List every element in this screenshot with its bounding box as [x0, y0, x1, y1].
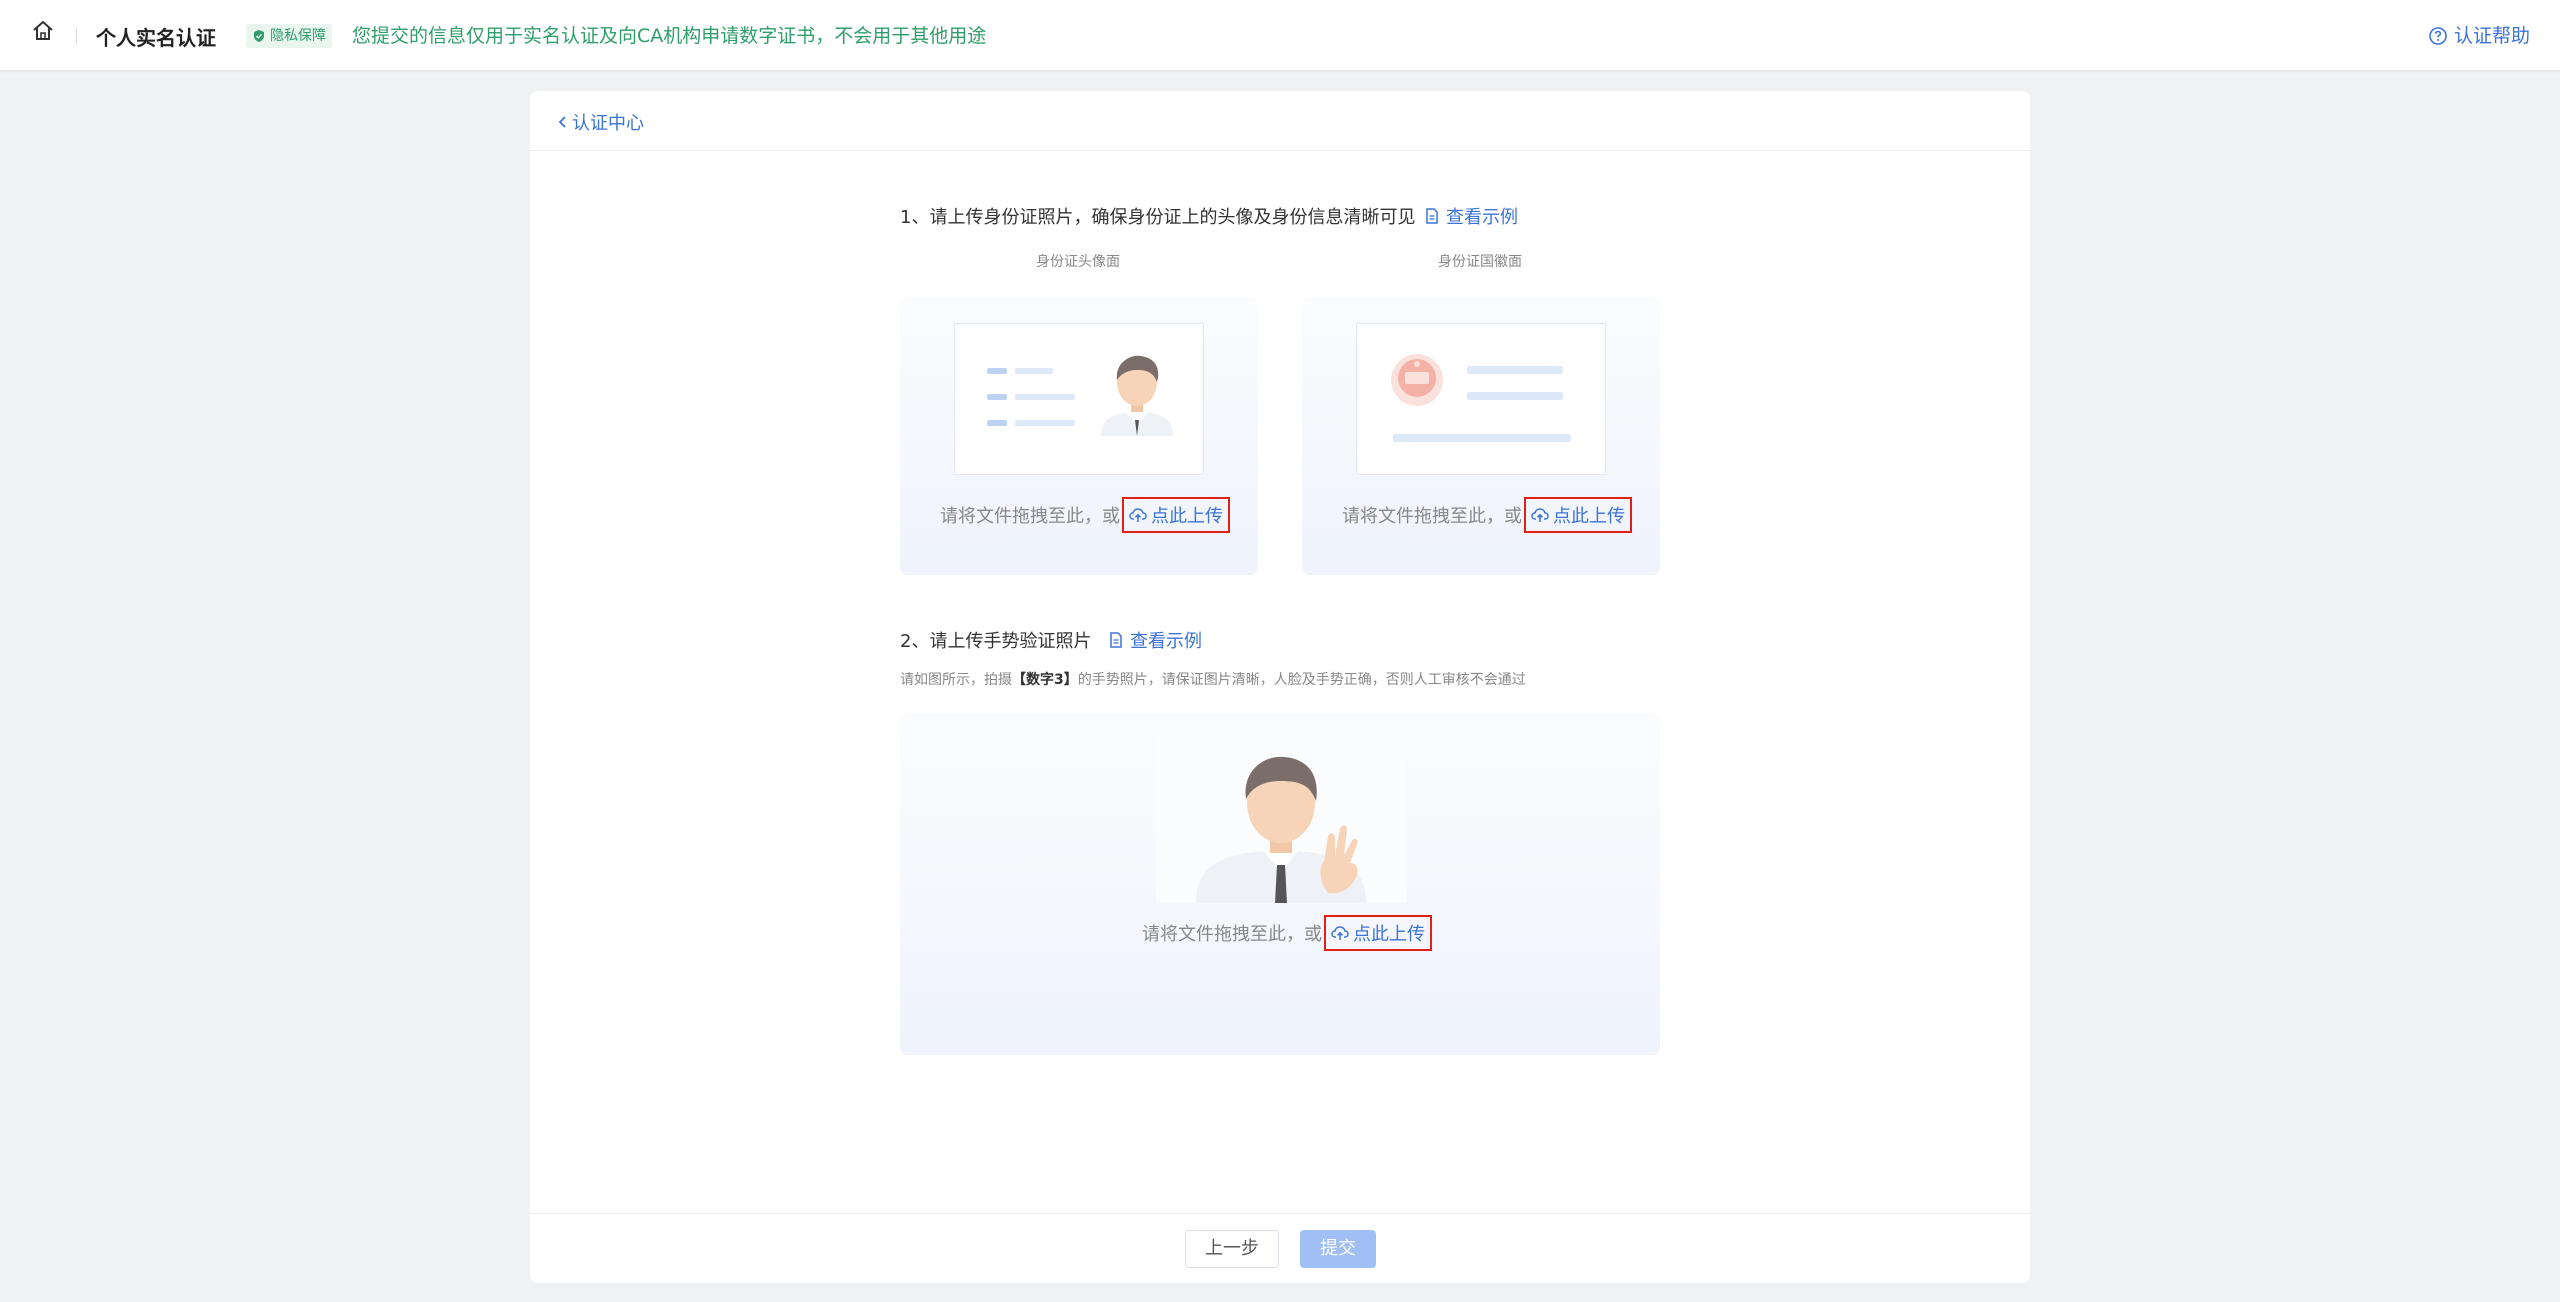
gesture-upload-zone[interactable]: 请将文件拖拽至此，或 点此上传	[900, 713, 1660, 1055]
id-back-illustration	[1356, 323, 1606, 475]
id-back-drop-area: 请将文件拖拽至此，或 点此上传	[1342, 497, 1632, 533]
id-front-upload-zone[interactable]: 请将文件拖拽至此，或 点此上传	[900, 297, 1258, 575]
id-front-upload-button[interactable]: 点此上传	[1122, 497, 1230, 533]
section1-example-link[interactable]: 查看示例	[1424, 203, 1518, 229]
id-back-label: 身份证国徽面	[1438, 254, 1522, 270]
example-doc-icon	[1110, 632, 1122, 648]
top-bar: 个人实名认证 隐私保障 您提交的信息仅用于实名认证及向CA机构申请数字证书，不会…	[0, 0, 2560, 70]
privacy-notice: 您提交的信息仅用于实名认证及向CA机构申请数字证书，不会用于其他用途	[352, 25, 987, 47]
id-back-drop-text: 请将文件拖拽至此，或	[1342, 506, 1522, 527]
question-circle-icon	[2429, 27, 2447, 45]
header-divider	[76, 27, 77, 45]
privacy-badge-label: 隐私保障	[270, 28, 326, 44]
section1-example-label: 查看示例	[1446, 207, 1518, 228]
id-front-upload-label: 点此上传	[1151, 506, 1223, 527]
national-emblem-card-icon	[1391, 354, 1571, 442]
id-front-card-icon	[987, 355, 1173, 436]
cloud-upload-icon	[1531, 508, 1549, 522]
id-back-upload-zone[interactable]: 请将文件拖拽至此，或 点此上传	[1302, 297, 1660, 575]
back-link[interactable]: 认证中心	[558, 109, 644, 135]
cloud-upload-icon	[1129, 508, 1147, 522]
main-card: 认证中心 1、请上传身份证照片，确保身份证上的头像及身份信息清晰可见 查看示例 …	[530, 91, 2030, 1283]
id-front-drop-text: 请将文件拖拽至此，或	[940, 506, 1120, 527]
help-link-label: 认证帮助	[2453, 25, 2530, 47]
gesture-upload-button[interactable]: 点此上传	[1324, 915, 1432, 951]
privacy-badge: 隐私保障	[246, 24, 332, 48]
section2-hint-emphasis: 【数字3】	[1012, 672, 1078, 688]
page-title: 个人实名认证	[96, 26, 216, 50]
example-doc-icon	[1426, 208, 1438, 224]
gesture-drop-text: 请将文件拖拽至此，或	[1142, 924, 1322, 945]
section2-title: 2、请上传手势验证照片	[900, 631, 1092, 652]
back-link-label: 认证中心	[572, 113, 644, 134]
cloud-upload-icon	[1331, 926, 1349, 940]
gesture-illustration	[1156, 733, 1406, 903]
id-front-illustration	[954, 323, 1204, 475]
section1-title: 1、请上传身份证照片，确保身份证上的头像及身份信息清晰可见	[900, 207, 1416, 228]
id-front-label: 身份证头像面	[1036, 254, 1120, 270]
section2-hint-suffix: 的手势照片，请保证图片清晰，人脸及手势正确，否则人工审核不会通过	[1077, 672, 1526, 688]
home-icon[interactable]	[30, 18, 56, 44]
id-front-drop-area: 请将文件拖拽至此，或 点此上传	[940, 497, 1230, 533]
previous-step-button[interactable]: 上一步	[1185, 1230, 1279, 1268]
card-footer: 上一步 提交	[530, 1213, 2030, 1283]
id-back-upload-label: 点此上传	[1553, 506, 1625, 527]
id-back-upload-button[interactable]: 点此上传	[1524, 497, 1632, 533]
gesture-drop-area: 请将文件拖拽至此，或 点此上传	[1142, 915, 1432, 951]
section2-hint-prefix: 请如图所示，拍摄	[900, 672, 1012, 688]
section2-hint: 请如图所示，拍摄【数字3】的手势照片，请保证图片清晰，人脸及手势正确，否则人工审…	[900, 669, 1526, 689]
chevron-left-icon	[558, 116, 566, 128]
card-header: 认证中心	[530, 91, 2030, 151]
shield-check-icon	[254, 30, 264, 42]
gesture-upload-label: 点此上传	[1353, 924, 1425, 945]
submit-button[interactable]: 提交	[1300, 1230, 1376, 1268]
help-link[interactable]: 认证帮助	[2428, 24, 2530, 48]
section2-example-link[interactable]: 查看示例	[1108, 627, 1202, 653]
section2-example-label: 查看示例	[1130, 631, 1202, 652]
